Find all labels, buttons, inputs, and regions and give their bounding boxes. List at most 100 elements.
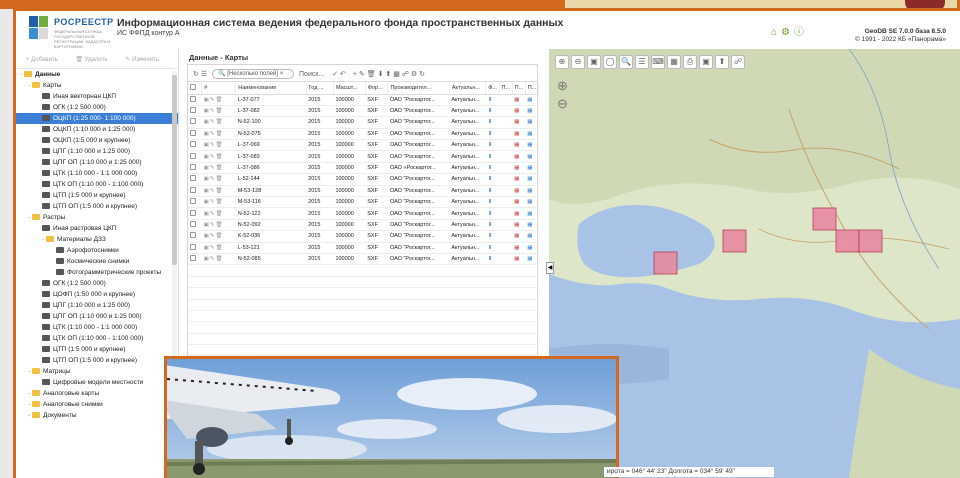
- export-icon[interactable]: ▦: [393, 71, 400, 78]
- download-icon[interactable]: ⬇: [485, 173, 500, 186]
- trash-icon[interactable]: 🗑: [215, 188, 223, 194]
- gear-icon[interactable]: ⚙: [781, 27, 790, 38]
- document-icon[interactable]: ▦: [512, 94, 526, 106]
- table-row[interactable]: ▣✎🗑 K-52-036 2015 100000 SXF ОАО "Роскартог..…: [188, 230, 539, 243]
- table-row[interactable]: ▣✎🗑 M-53-128 2015 100000 SXF ОАО "Роскартог..…: [188, 185, 539, 198]
- trash-icon[interactable]: 🗑: [215, 108, 223, 114]
- column-header[interactable]: Год ...: [306, 82, 334, 95]
- search-input[interactable]: 🔍 [Несколько полей] ×: [212, 69, 295, 79]
- trash-icon[interactable]: 🗑: [215, 245, 223, 251]
- table-row[interactable]: ▣✎🗑 L-37-083 2015 100000 SXF ОАО "Роскартог..…: [188, 150, 539, 163]
- tree-item[interactable]: ЦПГ ОП (1:10 000 и 1:25 000): [16, 157, 178, 168]
- tree-item[interactable]: - Аналоговые снимки: [16, 399, 178, 410]
- zoom-fit-icon[interactable]: ◯: [603, 55, 617, 69]
- file-icon[interactable]: ▦: [525, 139, 539, 152]
- table-row[interactable]: ▣✎🗑 L-37-086 2015 100000 SXF ОАО «Роскартог..…: [188, 162, 539, 175]
- table-row[interactable]: ▣✎🗑 M-53-116 2015 100000 SXF ОАО "Роскартог..…: [188, 196, 539, 209]
- image-icon[interactable]: ▣: [699, 55, 713, 69]
- document-icon[interactable]: ▦: [512, 253, 526, 266]
- trash-icon[interactable]: 🗑: [215, 233, 223, 239]
- row-actions[interactable]: ▣✎🗑: [201, 105, 236, 118]
- column-header[interactable]: Ф...: [485, 82, 500, 95]
- download-icon[interactable]: ⬇: [485, 94, 500, 106]
- column-header[interactable]: [188, 82, 203, 95]
- trash-icon[interactable]: 🗑: [215, 97, 223, 103]
- tree-item[interactable]: ЦТК ОП (1:10 000 - 1:100 000): [16, 179, 178, 190]
- tree-item[interactable]: ЦТП ОП (1:5 000 и крупнее): [16, 355, 178, 366]
- edit-row-icon[interactable]: ✎: [359, 71, 365, 78]
- column-header[interactable]: П...: [525, 82, 540, 95]
- tree-item[interactable]: ЦПГ ОП (1:10 000 и 1:25 000): [16, 311, 178, 322]
- tree-item[interactable]: Аэрофотоснимки: [16, 245, 178, 256]
- column-header[interactable]: Масшт...: [333, 82, 366, 95]
- tree-item[interactable]: - Аналоговые карты: [16, 388, 178, 399]
- download-icon[interactable]: ⬇: [485, 253, 500, 266]
- tree-item[interactable]: ОЦКП (1:10 000 и 1:25 000): [16, 124, 178, 135]
- tree-item[interactable]: - Материалы ДЗЗ: [16, 234, 178, 245]
- table-row[interactable]: ▣✎🗑 L-37-082 2015 100000 SXF ОАО "Роскартог..…: [188, 105, 539, 118]
- layers-icon[interactable]: ☰: [635, 55, 649, 69]
- table-row[interactable]: ▣✎🗑 N-52-075 2015 100000 SXF ОАО "Роскартог..…: [188, 128, 539, 141]
- zoom-search-icon[interactable]: 🔍: [619, 55, 633, 69]
- tree-item[interactable]: Иная растровая ЦКП: [16, 223, 178, 234]
- table-row[interactable]: ▣✎🗑 N-52-100 2015 100000 SXF ОАО "Роскартог..…: [188, 116, 539, 129]
- download-icon[interactable]: ⬇: [485, 185, 500, 198]
- download-icon[interactable]: ⬇: [485, 150, 500, 163]
- tree-item[interactable]: ОЦКП (1:25 000- 1:100 000): [16, 113, 178, 124]
- file-icon[interactable]: ▦: [525, 94, 539, 106]
- file-icon[interactable]: ▦: [525, 242, 539, 254]
- document-icon[interactable]: ▦: [512, 242, 526, 254]
- document-icon[interactable]: ▦: [512, 219, 526, 232]
- table-row[interactable]: ▣✎🗑 N-52-085 2015 100000 SXF ОАО "Роскартог..…: [188, 253, 539, 266]
- document-icon[interactable]: ▦: [512, 150, 526, 163]
- document-icon[interactable]: ▦: [512, 105, 526, 118]
- row-actions[interactable]: ▣✎🗑: [201, 150, 236, 163]
- file-icon[interactable]: ▦: [525, 116, 539, 129]
- delete-button[interactable]: 🗑 Удалить: [75, 57, 115, 63]
- home-icon[interactable]: ⌂: [771, 27, 777, 38]
- document-icon[interactable]: ▦: [512, 128, 526, 141]
- share-icon[interactable]: ☍: [402, 71, 409, 78]
- check-icon[interactable]: ✓: [332, 71, 338, 78]
- download-icon[interactable]: ⬇: [485, 219, 500, 232]
- zoom-in-button[interactable]: ⊕: [557, 77, 568, 95]
- file-icon[interactable]: ▦: [525, 162, 539, 175]
- row-actions[interactable]: ▣✎🗑: [201, 253, 236, 266]
- file-icon[interactable]: ▦: [525, 219, 539, 232]
- tree-item[interactable]: ЦТП ОП (1:5 000 и крупнее): [16, 201, 178, 212]
- column-header[interactable]: П...: [499, 82, 513, 95]
- row-checkbox[interactable]: [190, 129, 196, 136]
- row-actions[interactable]: ▣✎🗑: [201, 139, 236, 152]
- tree-item[interactable]: Цифровые модели местности: [16, 377, 178, 388]
- download-icon[interactable]: ⬇: [485, 230, 500, 243]
- row-checkbox[interactable]: [190, 198, 196, 205]
- download-icon[interactable]: ⬇: [485, 196, 500, 209]
- row-actions[interactable]: ▣✎🗑: [201, 162, 236, 175]
- scrollbar-thumb[interactable]: [172, 75, 177, 265]
- trash-icon[interactable]: 🗑: [215, 211, 223, 217]
- column-header[interactable]: Производител...: [387, 82, 450, 95]
- file-icon[interactable]: ▦: [525, 185, 539, 198]
- trash-icon[interactable]: 🗑: [215, 222, 223, 228]
- zoom-out-area-icon[interactable]: ⊖: [571, 55, 585, 69]
- download-icon[interactable]: ⬇: [485, 207, 500, 220]
- row-actions[interactable]: ▣✎🗑: [201, 230, 236, 243]
- tree-item[interactable]: ЦТП (1:5 000 и крупнее): [16, 344, 178, 355]
- row-actions[interactable]: ▣✎🗑: [201, 219, 236, 232]
- zoom-select-icon[interactable]: ▣: [587, 55, 601, 69]
- file-icon[interactable]: ▦: [525, 230, 539, 243]
- tree-item[interactable]: ОГК (1:2 500 000): [16, 102, 178, 113]
- row-checkbox[interactable]: [190, 175, 196, 182]
- table-row[interactable]: ▣✎🗑 N-52-122 2015 100000 SXF ОАО "Роскартог..…: [188, 207, 539, 220]
- file-icon[interactable]: ▦: [525, 173, 539, 186]
- download-icon[interactable]: ⬇: [485, 105, 500, 118]
- help-icon[interactable]: ⓘ: [794, 27, 804, 38]
- file-icon[interactable]: ▦: [525, 253, 539, 266]
- row-checkbox[interactable]: [190, 95, 196, 102]
- tree-item[interactable]: Фотограмметрические проекты: [16, 267, 178, 278]
- download-icon[interactable]: ⬇: [485, 162, 500, 175]
- table-row[interactable]: ▣✎🗑 L-52-144 2015 100000 SXF ОАО "Роскартог..…: [188, 173, 539, 186]
- row-actions[interactable]: ▣✎🗑: [201, 242, 236, 254]
- column-header[interactable]: Актуальн...: [449, 82, 487, 95]
- link-icon[interactable]: ☍: [731, 55, 745, 69]
